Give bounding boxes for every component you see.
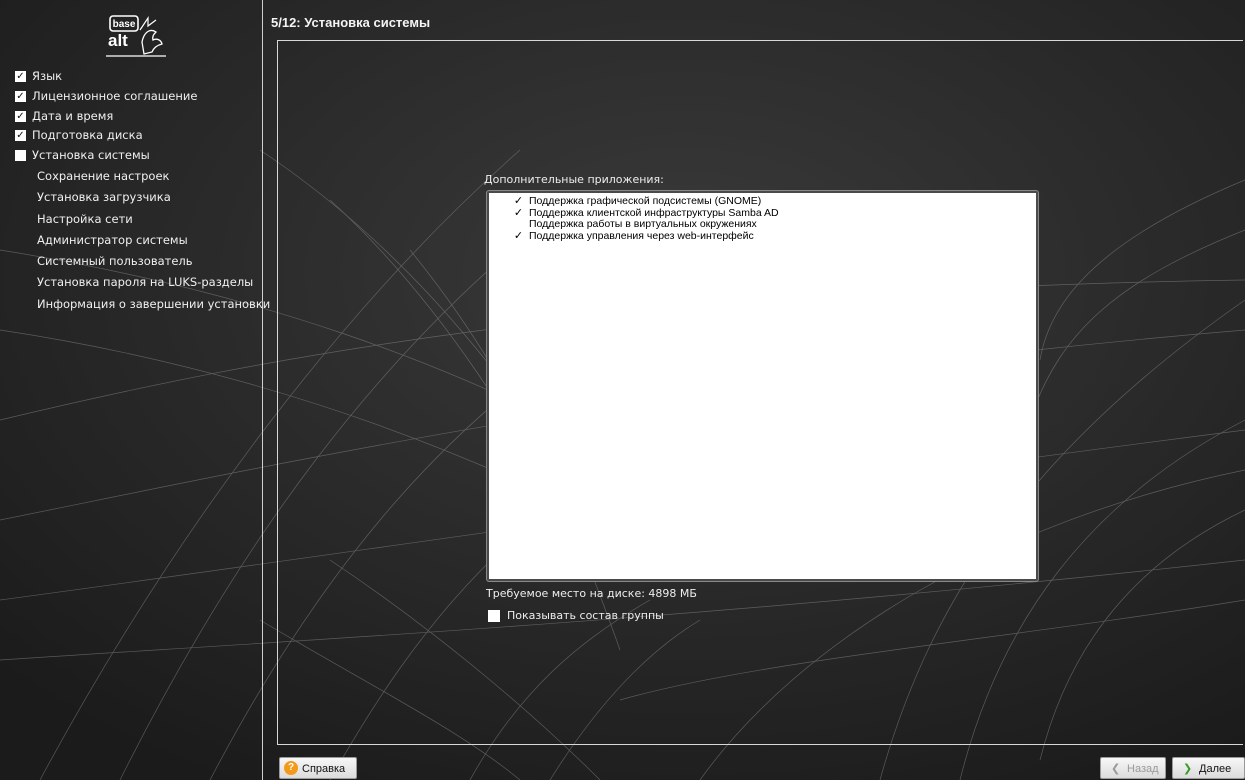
show-group-checkbox[interactable]: Показывать состав группы (488, 609, 664, 623)
show-group-label: Показывать состав группы (507, 609, 664, 622)
step-item: Системный пользователь (15, 251, 270, 272)
back-button[interactable]: ❮ Назад (1100, 757, 1166, 779)
help-icon: ? (284, 761, 298, 775)
checkbox-checked-icon: ✓ (15, 110, 26, 122)
page-title: 5/12: Установка системы (271, 15, 431, 30)
disk-space-text: Требуемое место на диске: 4898 МБ (486, 587, 697, 600)
step-label: Информация о завершении установки (37, 296, 271, 311)
logo-text-alt: alt (108, 31, 128, 50)
sidebar: base alt ✓ Язык ✓ Лицензионное соглашение … (0, 0, 270, 780)
logo-text-base: base (113, 19, 136, 30)
app-label: Поддержка графической подсистемы (GNOME) (529, 195, 762, 207)
step-label: Сохранение настроек (37, 168, 170, 183)
list-item[interactable]: ✓ Поддержка управления через web-интерфей… (489, 230, 1036, 243)
app-label: Поддержка управления через web-интерфейс (529, 230, 754, 243)
chevron-right-icon: ❯ (1183, 763, 1193, 775)
check-icon[interactable]: ✓ (513, 207, 524, 219)
app-label: Поддержка работы в виртуальных окружения… (529, 218, 757, 231)
step-item: Информация о завершении установки (15, 294, 270, 315)
step-label: Лицензионное соглашение (32, 88, 198, 103)
step-label: Дата и время (32, 108, 114, 123)
check-icon[interactable]: ✓ (513, 196, 524, 207)
checkbox-checked-icon: ✓ (15, 71, 26, 82)
step-label: Системный пользователь (37, 254, 193, 269)
apps-list[interactable]: ✓ Поддержка графической подсистемы (GNOME… (487, 191, 1038, 581)
step-item-current: Установка системы (15, 146, 270, 166)
check-icon[interactable]: ✓ (513, 231, 524, 242)
checkbox-checked-icon: ✓ (15, 130, 26, 142)
step-label: Администратор системы (37, 232, 188, 247)
step-label: Подготовка диска (32, 128, 143, 143)
back-button-label: Назад (1127, 763, 1159, 775)
check-empty-icon[interactable] (513, 219, 524, 230)
steps-list: ✓ Язык ✓ Лицензионное соглашение ✓ Дата и в… (15, 67, 270, 315)
step-item: Администратор системы (15, 230, 270, 251)
help-button[interactable]: ? Справка (279, 757, 357, 779)
next-button[interactable]: ❯ Далее (1172, 757, 1245, 779)
step-label: Установка загрузчика (37, 190, 171, 205)
apps-label: Дополнительные приложения: (484, 173, 664, 186)
step-label: Установка пароля на LUKS-разделы (37, 275, 254, 290)
step-item: ✓ Дата и время (15, 107, 270, 127)
step-item: ✓ Подготовка диска (15, 126, 270, 146)
basealt-logo: base alt (106, 15, 166, 57)
next-button-label: Далее (1199, 763, 1232, 775)
chevron-left-icon: ❮ (1111, 763, 1121, 775)
checkbox-checked-icon: ✓ (15, 90, 26, 102)
step-item: Установка пароля на LUKS-разделы (15, 272, 270, 293)
step-label: Установка системы (32, 148, 150, 163)
help-button-label: Справка (302, 763, 346, 775)
step-label: Настройка сети (37, 211, 133, 226)
step-item: Установка загрузчика (15, 187, 270, 208)
step-item: ✓ Лицензионное соглашение (15, 87, 270, 107)
step-item: ✓ Язык (15, 67, 270, 87)
checkbox-empty-icon[interactable] (488, 610, 500, 622)
step-label: Язык (32, 69, 63, 83)
step-item: Настройка сети (15, 209, 270, 230)
step-item: Сохранение настроек (15, 166, 270, 187)
checkbox-empty-icon (15, 150, 26, 162)
app-label: Поддержка клиентской инфраструктуры Samb… (529, 206, 779, 219)
